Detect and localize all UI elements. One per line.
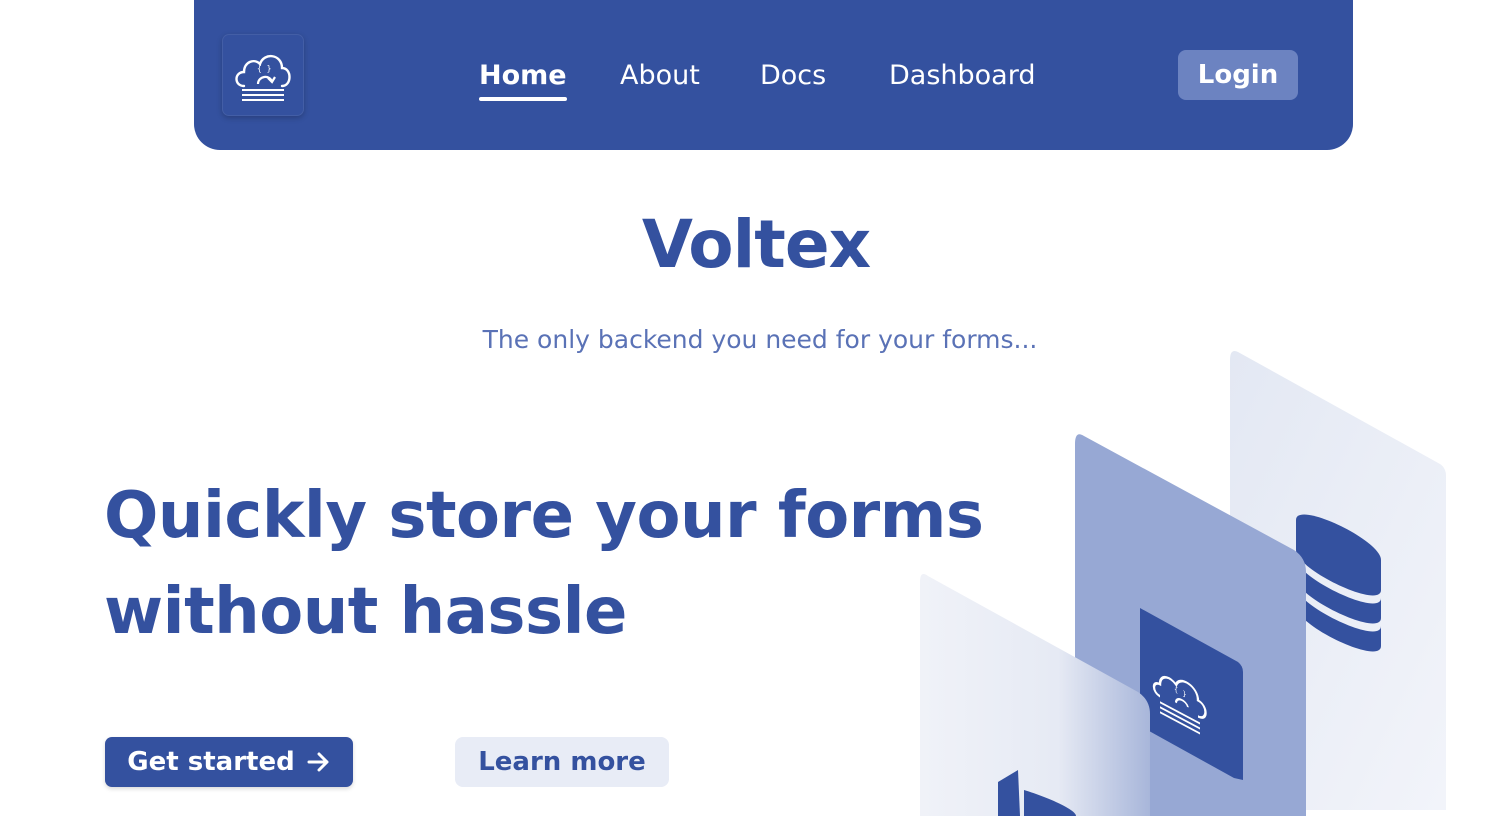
top-navbar: { } Home About Docs Dashboard Login: [194, 0, 1353, 150]
brand-title: Voltex: [641, 206, 871, 283]
hero-headline: Quickly store your forms without hassle: [104, 479, 984, 649]
learn-more-button[interactable]: Learn more: [455, 737, 669, 787]
nav-link-about[interactable]: About: [620, 56, 700, 96]
arrow-right-icon: [307, 752, 329, 772]
get-started-button[interactable]: Get started: [105, 737, 353, 787]
get-started-label: Get started: [127, 747, 295, 777]
cloud-upload-icon: { }: [235, 55, 291, 101]
logo[interactable]: { }: [222, 34, 304, 116]
svg-text:{ }: { }: [257, 64, 271, 73]
nav-link-docs[interactable]: Docs: [760, 56, 826, 96]
hero-illustration: { }: [920, 351, 1446, 816]
login-button[interactable]: Login: [1178, 50, 1298, 100]
nav-link-home[interactable]: Home: [479, 56, 567, 101]
nav-link-dashboard[interactable]: Dashboard: [889, 56, 1035, 96]
